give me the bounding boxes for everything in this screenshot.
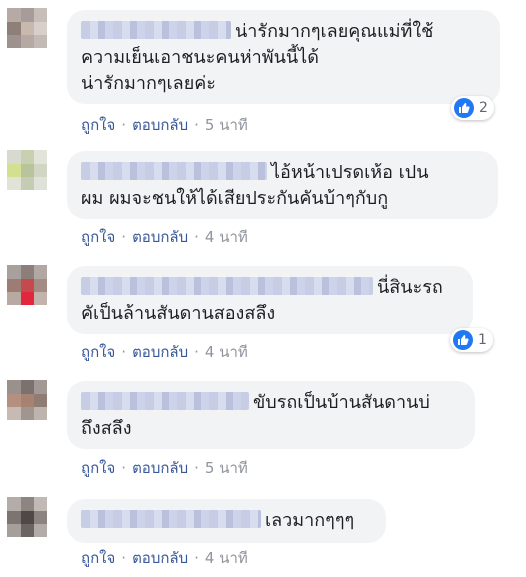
avatar[interactable] [7,265,47,305]
separator-dot: · [194,459,199,477]
comment-text: ผม ผมจะชนให้ได้เสียประกันคันบ้าๆกับกู [81,188,389,209]
reply-link[interactable]: ตอบกลับ [132,343,188,361]
comment-actions: ถูกใจ · ตอบกลับ · 5 นาที [81,459,248,477]
reaction-count-label: 2 [479,100,488,116]
avatar[interactable] [7,150,47,190]
comment-bubble: น่ารักมากๆเลยคุณแม่ที่ใช้ ความเย็นเอาชนะ… [67,10,500,104]
separator-dot: · [121,343,127,361]
avatar[interactable] [7,380,47,420]
separator-dot: · [121,549,127,567]
comment-bubble: เลวมากๆๆๆ [67,499,386,543]
separator-dot: · [194,549,199,567]
like-icon [454,98,474,118]
comment-text: ขับรถเป็นบ้านสันดานบ่ [253,392,430,413]
reaction-count[interactable]: 1 [450,328,493,352]
comment-actions: ถูกใจ · ตอบกลับ · 4 นาที [81,228,248,246]
reply-link[interactable]: ตอบกลับ [132,459,188,477]
comment-text: นี่สินะรถ [377,277,443,298]
separator-dot: · [194,116,199,134]
blurred-username[interactable] [81,21,231,39]
comment-time[interactable]: 4 นาที [205,549,248,567]
reply-link[interactable]: ตอบกลับ [132,228,188,246]
blurred-username[interactable] [81,392,249,410]
separator-dot: · [121,116,127,134]
comment-time[interactable]: 4 นาที [205,228,248,246]
like-link[interactable]: ถูกใจ [81,343,115,361]
avatar[interactable] [7,497,47,537]
comment-text: ความเย็นเอาชนะคนห่าพันนี้ได้ [81,47,319,68]
separator-dot: · [194,228,199,246]
comment-actions: ถูกใจ · ตอบกลับ · 4 นาที [81,549,248,567]
reply-link[interactable]: ตอบกลับ [132,116,188,134]
blurred-username[interactable] [81,510,261,528]
blurred-username[interactable] [81,162,267,180]
comment-text: ไอ้หน้าเปรดเห้อ เปน [271,162,429,183]
separator-dot: · [121,459,127,477]
comment-bubble: ไอ้หน้าเปรดเห้อ เปน ผม ผมจะชนให้ได้เสียป… [67,151,498,219]
like-icon [453,330,473,350]
comment-text: ถึงสลึง [81,418,132,439]
comment-time[interactable]: 4 นาที [205,343,248,361]
reply-link[interactable]: ตอบกลับ [132,549,188,567]
like-link[interactable]: ถูกใจ [81,459,115,477]
comment-text: คัเป็นล้านสันดานสองสลึง [81,303,276,324]
like-link[interactable]: ถูกใจ [81,549,115,567]
reaction-count-label: 1 [478,332,487,348]
comment-bubble: ขับรถเป็นบ้านสันดานบ่ ถึงสลึง [67,381,475,449]
reaction-count[interactable]: 2 [451,96,494,120]
comment-actions: ถูกใจ · ตอบกลับ · 4 นาที [81,343,248,361]
avatar[interactable] [7,8,47,48]
separator-dot: · [194,343,199,361]
comment-bubble: นี่สินะรถ คัเป็นล้านสันดานสองสลึง [67,266,473,334]
like-link[interactable]: ถูกใจ [81,228,115,246]
comment-actions: ถูกใจ · ตอบกลับ · 5 นาที [81,116,248,134]
blurred-username[interactable] [81,277,373,295]
comment-time[interactable]: 5 นาที [205,116,248,134]
comment-time[interactable]: 5 นาที [205,459,248,477]
comment-text: เลวมากๆๆๆ [265,510,355,531]
comment-text: น่ารักมากๆเลยค่ะ [81,73,216,94]
separator-dot: · [121,228,127,246]
comment-text: น่ารักมากๆเลยคุณแม่ที่ใช้ [235,21,434,42]
like-link[interactable]: ถูกใจ [81,116,115,134]
